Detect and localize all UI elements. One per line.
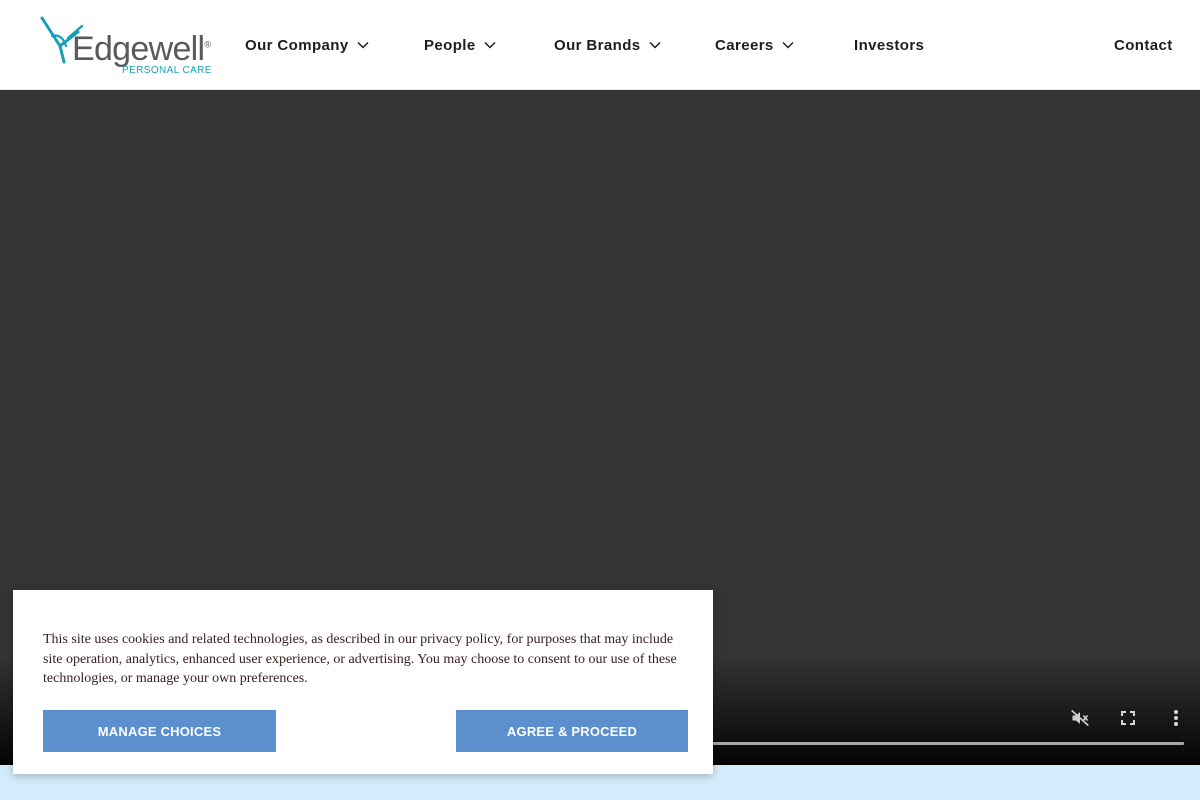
nav-item-label: Contact [1114,36,1173,54]
nav-item-label: Our Brands [554,36,641,54]
chevron-down-icon [484,41,496,49]
nav-item-our-company[interactable]: Our Company [245,34,369,56]
agree-proceed-button[interactable]: AGREE & PROCEED [456,710,688,752]
more-options-icon[interactable] [1165,707,1187,729]
nav-item-people[interactable]: People [424,34,496,56]
volume-off-icon [1071,709,1089,727]
site-header: Edgewell® PERSONAL CARE Our Company Peop… [0,0,1200,90]
nav-item-label: People [424,36,476,54]
nav-item-label: Careers [715,36,774,54]
nav-item-careers[interactable]: Careers [715,34,794,56]
vertical-dots-icon [1174,710,1178,726]
cookie-message: This site uses cookies and related techn… [43,632,677,687]
chevron-down-icon [782,41,794,49]
chevron-down-icon [648,41,661,49]
cookie-consent-banner: This site uses cookies and related techn… [13,590,713,774]
manage-choices-button[interactable]: MANAGE CHOICES [43,710,276,752]
nav-item-our-brands[interactable]: Our Brands [554,34,661,56]
nav-item-contact[interactable]: Contact [1114,34,1173,56]
logo-registered-mark: ® [204,39,212,50]
page: Edgewell® PERSONAL CARE Our Company Peop… [0,0,1200,800]
nav-item-label: Investors [854,36,925,54]
fullscreen-corners-icon [1121,711,1135,725]
fullscreen-icon[interactable] [1117,707,1139,729]
mute-icon[interactable] [1069,707,1091,729]
logo-tagline: PERSONAL CARE [122,65,212,76]
logo-wordmark: Edgewell® [72,32,211,66]
chevron-down-icon [357,41,369,49]
edgewell-logo[interactable]: Edgewell® PERSONAL CARE [38,16,211,78]
nav-item-investors[interactable]: Investors [854,34,924,56]
logo-word-text: Edgewell [72,30,205,68]
nav-item-label: Our Company [245,36,349,54]
